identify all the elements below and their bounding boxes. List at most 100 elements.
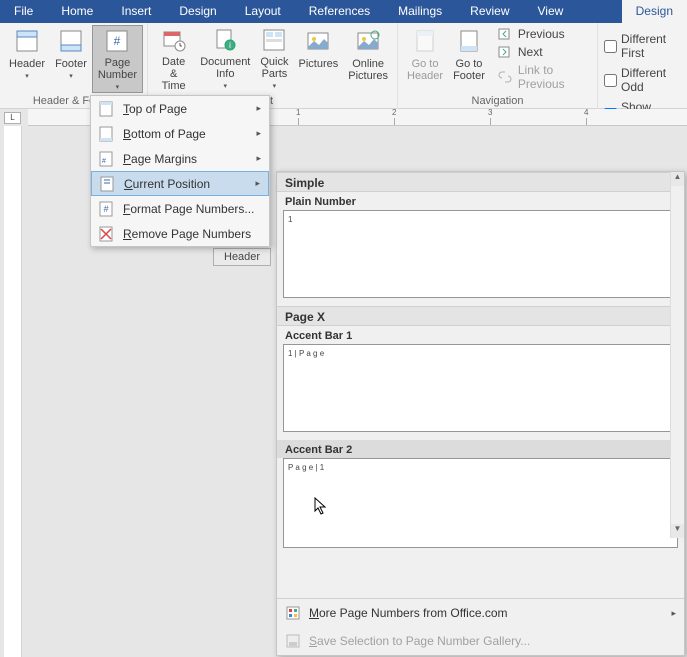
svg-text:#: # [103,204,108,214]
menu-current-position[interactable]: Current Position ▸ [91,171,269,196]
group-label-navigation: Navigation [402,95,593,107]
different-first-checkbox[interactable]: Different First [604,32,681,60]
gallery-item-accent-bar-1[interactable]: Accent Bar 1 [277,326,684,344]
menu-label: Top of Page [123,102,187,116]
gallery-preview-accent-bar-2[interactable]: P a g e | 1 [283,458,678,548]
header-button[interactable]: Header ▾ [4,25,50,93]
menu-top-of-page[interactable]: Top of Page ▸ [91,96,269,121]
menu-label: Remove Page Numbers [123,227,251,241]
next-label: Next [518,45,543,59]
previous-icon [498,27,512,41]
ruler-tab-selector[interactable]: L [4,112,21,124]
gallery-footer: More Page Numbers from Office.com ▸ Save… [277,598,684,655]
tab-layout[interactable]: Layout [231,0,295,23]
calendar-clock-icon [161,28,187,52]
gallery-scrollbar[interactable]: ▲ ▼ [670,172,684,538]
link-icon [498,70,512,84]
goto-footer-button[interactable]: Go to Footer [448,25,490,93]
cursor-icon [314,497,330,517]
menu-format-page-numbers[interactable]: # Format Page Numbers... [91,196,269,221]
footer-button[interactable]: Footer ▾ [50,25,92,93]
header-area-tab: Header [213,248,271,266]
date-time-button[interactable]: Date & Time [152,25,195,93]
quick-parts-button[interactable]: Quick Parts ▾ [255,25,293,93]
footer-label: Footer [55,58,87,70]
different-first-label: Different First [621,32,681,60]
gallery-preview-plain-number[interactable]: 1 [283,210,678,298]
tab-home[interactable]: Home [47,0,107,23]
submenu-arrow-icon: ▸ [255,178,260,189]
online-picture-icon [355,28,381,54]
tab-view[interactable]: View [524,0,578,23]
goto-footer-label: Go to Footer [453,58,485,82]
previous-button[interactable]: Previous [494,25,593,43]
tab-insert[interactable]: Insert [107,0,165,23]
tab-mailings[interactable]: Mailings [384,0,456,23]
submenu-arrow-icon: ▸ [256,103,261,114]
tab-contextual-design[interactable]: Design [622,0,687,23]
vertical-ruler[interactable] [4,126,22,657]
menu-label: Bottom of Page [123,127,206,141]
margins-icon: # [97,150,115,168]
online-pictures-button[interactable]: Online Pictures [343,25,393,93]
header-icon [14,28,40,54]
office-icon [285,605,301,621]
menu-label: Current Position [124,177,210,191]
current-position-icon [98,175,116,193]
ruler-mark: 2 [392,109,396,117]
page-number-button[interactable]: # Page Number ▾ [92,25,143,93]
tab-references[interactable]: References [295,0,384,23]
submenu-arrow-icon: ▸ [256,128,261,139]
remove-icon [97,225,115,243]
document-info-button[interactable]: i Document Info ▾ [195,25,255,93]
preview-text: 1 [288,215,673,225]
scroll-down-icon[interactable]: ▼ [671,524,684,538]
quick-parts-label: Quick Parts [260,56,288,80]
next-icon [498,45,512,59]
ruler-mark: 3 [488,109,492,117]
document-info-icon: i [212,28,238,52]
different-odd-checkbox[interactable]: Different Odd [604,66,681,94]
page-number-gallery: Simple Plain Number 1 Page X Accent Bar … [276,171,685,656]
group-navigation: Go to Header Go to Footer Previous Next [398,23,598,109]
checkbox-icon[interactable] [604,74,617,87]
preview-text: P a g e | 1 [288,463,673,473]
ruler-mark: 4 [584,109,588,117]
format-icon: # [97,200,115,218]
goto-header-button: Go to Header [402,25,448,93]
svg-text:#: # [114,34,121,48]
dropdown-arrow-icon: ▾ [25,71,29,83]
scroll-up-icon[interactable]: ▲ [671,172,684,186]
goto-header-icon [412,28,438,54]
online-pictures-label: Online Pictures [348,58,388,82]
svg-text:#: # [102,158,106,165]
gallery-preview-accent-bar-1[interactable]: 1 | P a g e [283,344,678,432]
tab-file[interactable]: File [0,0,47,23]
menu-label: Page Margins [123,152,197,166]
page-number-menu: Top of Page ▸ Bottom of Page ▸ # Page Ma… [90,95,270,247]
dropdown-arrow-icon: ▾ [116,82,120,94]
submenu-arrow-icon: ▸ [256,153,261,164]
group-options: Different First Different Odd Show Docum… [598,23,687,109]
next-button[interactable]: Next [494,43,593,61]
previous-label: Previous [518,27,565,41]
quick-parts-icon [261,28,287,52]
save-selection-to-gallery: Save Selection to Page Number Gallery... [277,627,684,655]
dropdown-arrow-icon: ▾ [224,81,228,93]
goto-header-label: Go to Header [407,58,443,82]
tab-design[interactable]: Design [165,0,230,23]
more-page-numbers[interactable]: More Page Numbers from Office.com ▸ [277,599,684,627]
menu-page-margins[interactable]: # Page Margins ▸ [91,146,269,171]
gallery-item-accent-bar-2[interactable]: Accent Bar 2 [277,440,684,458]
ruler-mark: 1 [296,109,300,117]
gallery-section-pagex: Page X [277,306,684,326]
preview-text: 1 | P a g e [288,349,673,359]
tab-review[interactable]: Review [456,0,523,23]
checkbox-icon[interactable] [604,40,617,53]
header-label: Header [9,58,45,70]
date-time-label: Date & Time [157,56,190,92]
pictures-button[interactable]: Pictures [294,25,344,93]
menu-bottom-of-page[interactable]: Bottom of Page ▸ [91,121,269,146]
menu-remove-page-numbers[interactable]: Remove Page Numbers [91,221,269,246]
gallery-item-plain-number[interactable]: Plain Number [277,192,684,210]
